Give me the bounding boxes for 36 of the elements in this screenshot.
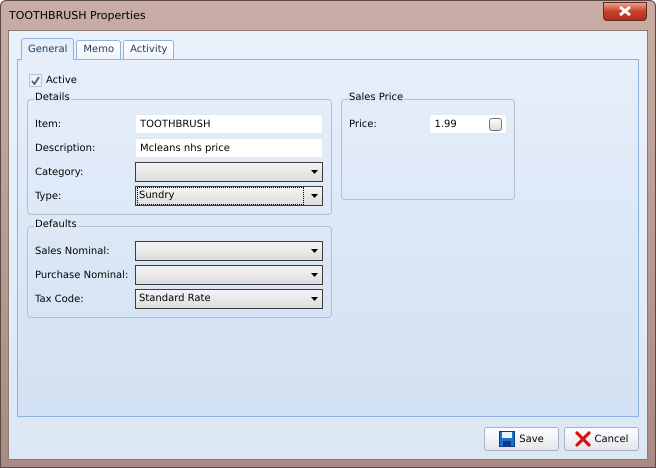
save-button[interactable]: Save (484, 427, 559, 451)
field-label: Type: (35, 190, 62, 202)
tab[interactable]: Memo (76, 40, 122, 60)
group-title: Sales Price (348, 92, 404, 103)
dropdown[interactable]: Standard Rate (135, 289, 323, 309)
dropdown[interactable] (135, 265, 323, 285)
dropdown[interactable] (135, 241, 323, 261)
field-label: Tax Code: (35, 294, 85, 304)
field-label: Price: (349, 118, 378, 130)
dropdown-arrow-icon (311, 249, 318, 253)
close-icon (618, 6, 632, 16)
dropdown-arrow-icon (311, 297, 318, 301)
text-field[interactable]: TOOTHBRUSH (135, 114, 323, 134)
tab[interactable]: General (21, 38, 74, 60)
spin-toggle[interactable] (489, 118, 502, 130)
cancel-x-icon (574, 431, 591, 447)
dropdown-arrow-icon (311, 273, 318, 277)
field-label: Description: (35, 142, 96, 154)
window-title: TOOTHBRUSH Properties (9, 9, 146, 22)
cancel-button[interactable]: Cancel (564, 427, 639, 451)
field-label: Item: (35, 118, 62, 130)
checkbox[interactable] (29, 74, 42, 87)
close-button[interactable] (603, 2, 647, 20)
checkbox-label: Active (46, 75, 77, 86)
dropdown[interactable] (135, 162, 323, 182)
group-title: Defaults (34, 219, 78, 230)
tab[interactable]: Activity (123, 40, 174, 60)
field-label: Sales Nominal: (35, 246, 111, 256)
group-title: Details (34, 92, 71, 103)
dropdown[interactable]: Sundry (135, 186, 323, 206)
dropdown-arrow-icon (311, 194, 318, 198)
price-field[interactable]: 1.99 (429, 114, 507, 134)
text-field[interactable]: Mcleans nhs price (135, 138, 323, 158)
field-label: Purchase Nominal: (35, 270, 130, 280)
dropdown-arrow-icon (311, 170, 318, 174)
field-label: Category: (35, 166, 84, 178)
